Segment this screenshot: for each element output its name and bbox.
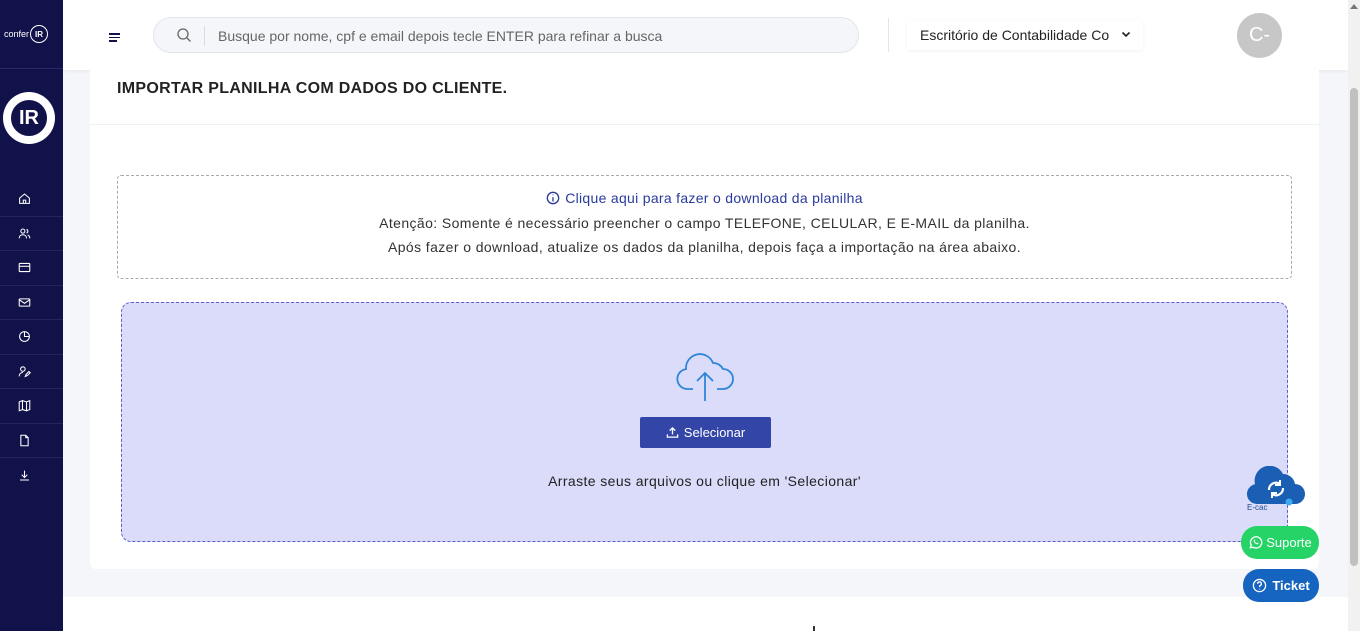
- sidebar-item-document[interactable]: [0, 424, 63, 458]
- info-note-steps: Após fazer o download, atualize os dados…: [388, 239, 1021, 255]
- dropzone-hint: Arraste seus arquivos ou clique em 'Sele…: [548, 473, 861, 489]
- whatsapp-icon: [1249, 536, 1263, 549]
- ecac-widget[interactable]: E-cac: [1245, 466, 1307, 516]
- topbar-divider: [888, 18, 889, 52]
- users-icon: [18, 228, 31, 239]
- document-icon: [20, 434, 29, 447]
- help-circle-icon: [1253, 578, 1267, 593]
- support-whatsapp-button[interactable]: Suporte: [1241, 526, 1319, 559]
- office-select[interactable]: Escritório de Contabilidade Co: [907, 20, 1143, 50]
- support-label: Suporte: [1266, 535, 1312, 550]
- import-card: IMPORTAR PLANILHA COM DADOS DO CLIENTE. …: [90, 70, 1319, 569]
- page-title: IMPORTAR PLANILHA COM DADOS DO CLIENTE.: [117, 80, 508, 97]
- pie-chart-icon: [19, 331, 30, 343]
- page-scrollbar[interactable]: [1348, 0, 1360, 631]
- chevron-down-icon: [1121, 31, 1131, 38]
- info-icon: [546, 191, 560, 205]
- brand-logo-small[interactable]: confer IR: [4, 22, 60, 46]
- download-template-link[interactable]: Clique aqui para fazer o download da pla…: [118, 190, 1291, 206]
- upload-icon: [666, 426, 679, 438]
- select-file-label: Selecionar: [683, 425, 746, 440]
- home-icon: [19, 193, 30, 205]
- download-icon: [20, 470, 29, 481]
- sidebar-item-book[interactable]: [0, 389, 63, 424]
- download-template-link-text: Clique aqui para fazer o download da pla…: [565, 190, 863, 206]
- sidebar-item-cards[interactable]: [0, 251, 63, 286]
- top-bar: Escritório de Contabilidade Co C-: [63, 0, 1348, 70]
- book-icon: [18, 400, 31, 412]
- search-bar: [153, 17, 859, 53]
- sidebar-nav: [0, 182, 63, 493]
- sidebar-item-reports[interactable]: [0, 320, 63, 355]
- scroll-up-arrow-icon[interactable]: [1350, 4, 1358, 9]
- search-icon[interactable]: [176, 27, 192, 43]
- info-box: Clique aqui para fazer o download da pla…: [117, 175, 1292, 279]
- sidebar-item-user-edit[interactable]: [0, 355, 63, 389]
- sidebar-item-users[interactable]: [0, 217, 63, 251]
- ticket-label: Ticket: [1272, 578, 1310, 593]
- brand-small-mark: IR: [30, 25, 49, 43]
- logo-mark: IR: [8, 97, 50, 139]
- ecac-label: E-cac: [1247, 503, 1268, 512]
- sidebar-divider: [0, 68, 63, 69]
- sidebar: confer IR IR: [0, 0, 63, 631]
- search-input[interactable]: [218, 26, 838, 46]
- search-divider: [204, 26, 205, 46]
- office-select-value: Escritório de Contabilidade Co: [920, 27, 1110, 43]
- avatar[interactable]: C-: [1237, 13, 1282, 58]
- card-icon: [18, 263, 31, 273]
- scroll-thumb[interactable]: [1350, 88, 1358, 566]
- ecac-sync-cloud-icon: [1247, 466, 1305, 506]
- menu-toggle-icon[interactable]: [109, 33, 120, 44]
- sidebar-item-home[interactable]: [0, 182, 63, 217]
- sidebar-item-mail[interactable]: [0, 286, 63, 320]
- logo-icon[interactable]: IR: [3, 92, 55, 144]
- sidebar-item-download[interactable]: [0, 458, 63, 493]
- select-file-button[interactable]: Selecionar: [640, 417, 771, 448]
- footer-mark: [813, 626, 815, 631]
- info-note-fields: Atenção: Somente é necessário preencher …: [379, 215, 1030, 231]
- brand-small-text: confer: [4, 29, 30, 39]
- card-divider: [90, 124, 1319, 125]
- footer: [63, 597, 1348, 631]
- mail-icon: [18, 298, 31, 307]
- user-edit-icon: [18, 366, 31, 378]
- file-dropzone[interactable]: Selecionar Arraste seus arquivos ou cliq…: [121, 302, 1288, 542]
- cloud-upload-icon: [676, 353, 734, 401]
- ticket-button[interactable]: Ticket: [1243, 569, 1319, 602]
